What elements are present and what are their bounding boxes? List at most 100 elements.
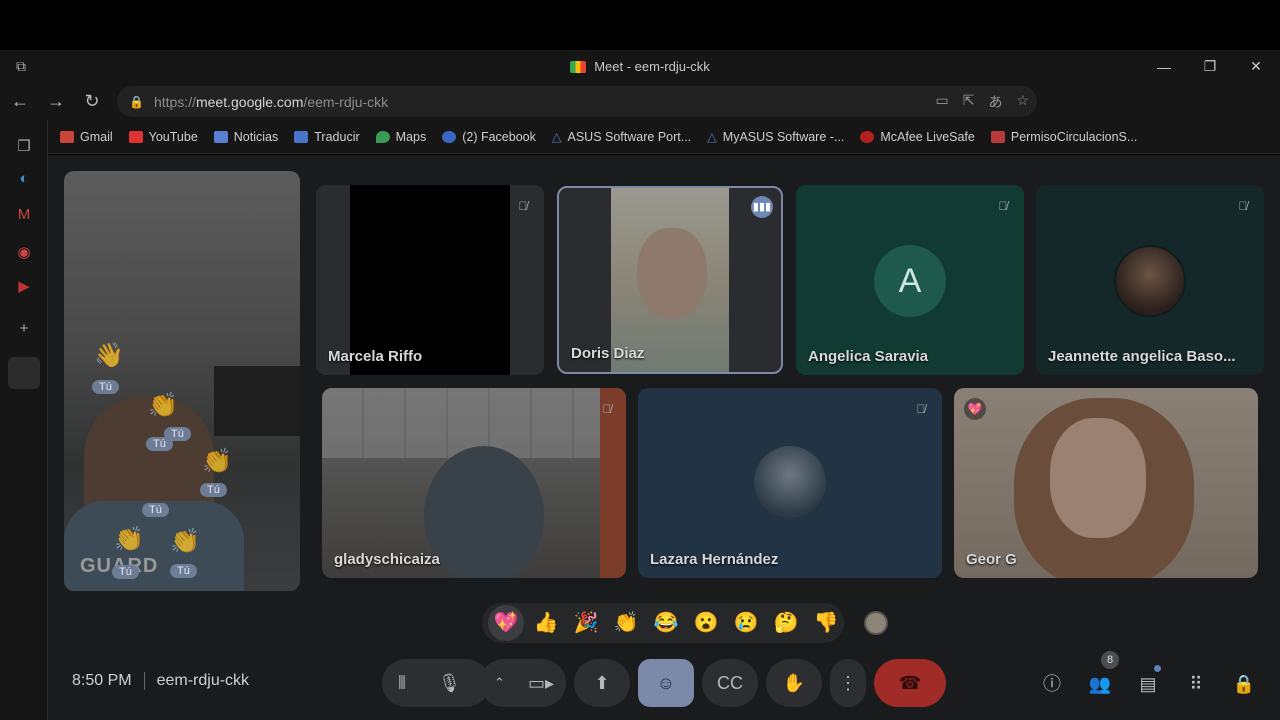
browser-sidebar: ❐ ◐ M ◉ ▶ + — [0, 120, 48, 720]
initial-avatar: A — [874, 245, 946, 317]
participant-tile-lazara[interactable]: 🎙̸ Lazara Hernández — [638, 388, 942, 578]
asus-icon: △ — [551, 130, 562, 144]
reaction-thumbs-down-button[interactable]: 👎 — [808, 605, 844, 641]
reaction-surprised-button[interactable]: 😮 — [688, 605, 724, 641]
refresh-icon[interactable]: ↻ — [74, 91, 110, 112]
participant-tile-angelica[interactable]: A 🎙̸ Angelica Saravia — [796, 185, 1024, 375]
reaction-heart-button[interactable]: 💖 — [488, 605, 524, 641]
reaction-chip: Tú — [92, 380, 119, 394]
meet-logo-icon — [570, 60, 587, 73]
more-options-button[interactable]: ⋮ — [830, 659, 866, 707]
facebook-icon — [442, 130, 457, 143]
maps-pin-icon — [375, 130, 390, 143]
close-button[interactable]: ✕ — [1233, 50, 1279, 83]
activities-icon[interactable]: ⠿ — [1183, 671, 1209, 697]
bookmark-mcafee[interactable]: McAfee LiveSafe — [860, 130, 975, 144]
people-count-badge: 8 — [1101, 651, 1119, 669]
clap-icon-4: 👏 — [170, 528, 200, 555]
title-bar: ⧉ Meet - eem-rdju-ckk — ❐ ✕ — [0, 50, 1280, 83]
url-field[interactable]: 🔒 https://meet.google.com/eem-rdju-ckk ▭… — [117, 86, 1037, 117]
bookmark-permiso[interactable]: PermisoCirculacionS... — [990, 130, 1137, 144]
skin-tone-selector[interactable] — [864, 611, 888, 635]
bookmark-maps[interactable]: Maps — [375, 130, 426, 144]
back-icon[interactable]: ← — [2, 91, 38, 112]
participant-tile-geor[interactable]: 💖 Geor G — [954, 388, 1258, 578]
hang-up-icon: ☎ — [898, 672, 922, 693]
clap-icon-3: 👏 — [114, 526, 144, 553]
bookmark-youtube[interactable]: YouTube — [128, 130, 198, 144]
participant-tile-marcela[interactable]: 🎙̸ Marcela Riffo — [316, 185, 544, 375]
reaction-laugh-button[interactable]: 😂 — [648, 605, 684, 641]
top-black-bar — [0, 0, 1280, 50]
camera-button[interactable]: ▭▸ — [528, 673, 554, 694]
mic-button[interactable]: 🎙 — [438, 673, 461, 694]
reactions-button[interactable]: ☺ — [638, 659, 694, 707]
participant-tile-gladys[interactable]: 🎙̸ gladyschicaiza — [322, 388, 626, 578]
address-bar-row: ← → ↻ 🔒 https://meet.google.com/eem-rdju… — [0, 83, 1280, 196]
gmail-sidebar-icon[interactable]: M — [15, 206, 33, 224]
camera-icon[interactable]: ▭ — [935, 92, 948, 112]
clap-icon-2: 👏 — [202, 448, 232, 475]
participant-name: Marcela Riffo — [328, 348, 423, 365]
tabs-icon[interactable]: ❐ — [15, 138, 33, 156]
reactions-bar: 💖 👍 🎉 👏 😂 😮 😢 🤔 👎 — [482, 603, 844, 643]
hand-icon: ✋ — [782, 672, 806, 693]
bookmark-gmail[interactable]: Gmail — [60, 130, 113, 144]
youtube-sidebar-icon[interactable]: ▶ — [15, 278, 33, 296]
mic-off-icon: 🎙̸ — [998, 199, 1008, 213]
captions-button[interactable]: CC — [702, 659, 758, 707]
reaction-thinking-button[interactable]: 🤔 — [768, 605, 804, 641]
bookmark-myasus[interactable]: △ MyASUS Software -... — [707, 129, 844, 145]
forward-icon[interactable]: → — [38, 91, 74, 112]
edge-icon[interactable]: ◐ — [15, 170, 33, 188]
record-icon[interactable]: ◉ — [15, 244, 33, 262]
participant-name: Jeannette angelica Baso... — [1048, 348, 1236, 365]
emoji-icon: ☺ — [656, 672, 676, 693]
restore-button[interactable]: ❐ — [1187, 50, 1233, 83]
profile-photo-avatar — [1114, 245, 1186, 317]
camera-control-group: ⌃ ▭▸ — [480, 659, 566, 707]
pdf-icon — [990, 130, 1005, 143]
chat-icon[interactable]: ▤ — [1135, 671, 1161, 697]
bookmark-noticias[interactable]: Noticias — [213, 130, 278, 144]
present-icon: ⬆ — [594, 672, 610, 693]
mic-off-icon: 🎙̸ — [602, 402, 612, 416]
reaction-sad-button[interactable]: 😢 — [728, 605, 764, 641]
translate-bm-icon — [294, 130, 309, 143]
meeting-time: 8:50 PM — [72, 672, 132, 689]
bookmark-asus-software[interactable]: △ ASUS Software Port... — [551, 129, 691, 145]
info-icon[interactable]: ⓘ — [1039, 671, 1065, 697]
active-tab-highlight — [8, 357, 40, 389]
workspaces-icon[interactable]: ⧉ — [16, 58, 32, 74]
open-app-icon[interactable]: ⇱ — [963, 92, 975, 112]
chevron-up-icon[interactable]: ⌃ — [494, 675, 505, 691]
reaction-chip: Tú — [146, 437, 173, 451]
self-video-tile[interactable]: GUARD 👋 👏 👏 👏 👏 Tú Tú Tú Tú Tú Tú Tú — [64, 171, 300, 591]
participant-tile-jeannette[interactable]: 🎙̸ Jeannette angelica Baso... — [1036, 185, 1264, 375]
people-icon[interactable]: 👥 — [1087, 671, 1113, 697]
present-screen-button[interactable]: ⬆ — [574, 659, 630, 707]
chat-notification-dot — [1154, 665, 1161, 672]
add-icon[interactable]: + — [15, 320, 33, 338]
bookmark-facebook[interactable]: (2) Facebook — [442, 130, 536, 144]
lock-icon[interactable]: 🔒 — [129, 95, 144, 109]
more-vert-icon: ⋮ — [839, 672, 857, 693]
leave-call-button[interactable]: ☎ — [874, 659, 946, 707]
host-controls-icon[interactable]: 🔒 — [1231, 671, 1257, 697]
reaction-thumbs-up-button[interactable]: 👍 — [528, 605, 564, 641]
reaction-clap-button[interactable]: 👏 — [608, 605, 644, 641]
participant-name: gladyschicaiza — [334, 551, 440, 568]
raise-hand-button[interactable]: ✋ — [766, 659, 822, 707]
meeting-info: 8:50 PM eem-rdju-ckk — [72, 672, 249, 690]
gmail-icon — [60, 130, 74, 143]
mic-off-icon: 🎙̸ — [916, 402, 926, 416]
speaking-indicator-icon: ▮▮▮ — [751, 196, 773, 218]
reaction-party-button[interactable]: 🎉 — [568, 605, 604, 641]
participant-tile-doris[interactable]: ▮▮▮ Doris Diaz — [557, 186, 783, 374]
favorite-star-icon[interactable]: ☆ — [1016, 92, 1029, 112]
captions-icon: CC — [717, 672, 743, 693]
bookmark-traducir[interactable]: Traducir — [294, 130, 360, 144]
minimize-button[interactable]: — — [1141, 50, 1187, 83]
translate-icon[interactable]: あ — [988, 92, 1002, 112]
reaction-chip: Tú — [112, 565, 139, 579]
